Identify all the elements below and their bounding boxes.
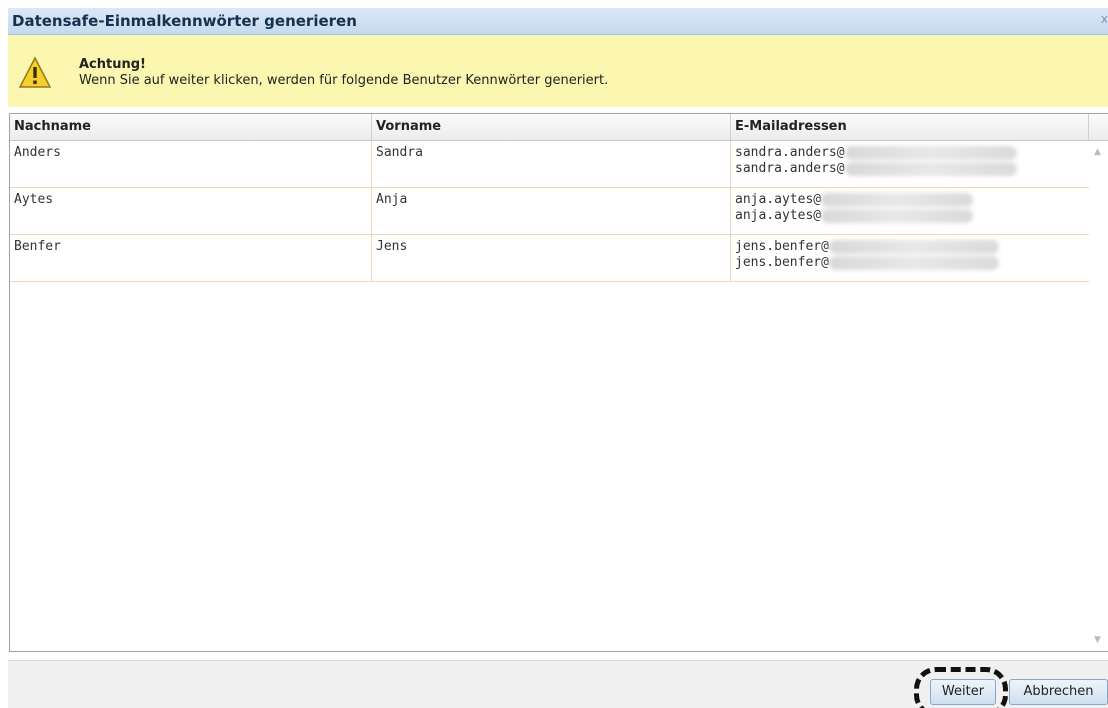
abbrechen-button[interactable]: Abbrechen: [1009, 679, 1108, 705]
warning-message: Wenn Sie auf weiter klicken, werden für …: [79, 73, 609, 88]
cell-nachname: Anders: [10, 141, 372, 187]
warning-icon: [18, 56, 52, 88]
redacted-domain: [828, 239, 999, 254]
redacted-domain: [821, 208, 974, 223]
close-icon[interactable]: x: [1101, 12, 1108, 26]
cell-emails: jens.benfer@ jens.benfer@: [731, 235, 1089, 281]
dialog-footer: Weiter Abbrechen: [8, 660, 1108, 708]
column-header-spacer: [1089, 114, 1108, 140]
dialog-title-bar: Datensafe-Einmalkennwörter generieren x: [8, 8, 1108, 35]
generate-passwords-dialog: Datensafe-Einmalkennwörter generieren x …: [0, 0, 1108, 708]
cell-emails: anja.aytes@ anja.aytes@: [731, 188, 1089, 234]
email-line: anja.aytes@: [735, 192, 1085, 208]
cell-emails: sandra.anders@ sandra.anders@: [731, 141, 1089, 187]
cell-vorname: Sandra: [372, 141, 731, 187]
scroll-up-icon[interactable]: ▲: [1094, 147, 1101, 157]
email-line: sandra.anders@: [735, 145, 1085, 161]
table-header: Nachname Vorname E-Mailadressen: [10, 114, 1108, 141]
cell-vorname: Anja: [372, 188, 731, 234]
table-row[interactable]: Benfer Jens jens.benfer@ jens.benfer@: [10, 235, 1089, 282]
warning-heading: Achtung!: [79, 57, 146, 72]
table-row[interactable]: Anders Sandra sandra.anders@ sandra.ande…: [10, 141, 1089, 188]
email-line: sandra.anders@: [735, 161, 1085, 177]
redacted-domain: [828, 255, 999, 270]
dialog-title: Datensafe-Einmalkennwörter generieren: [12, 12, 357, 30]
redacted-domain: [844, 161, 1017, 176]
email-line: anja.aytes@: [735, 208, 1085, 224]
table-row[interactable]: Aytes Anja anja.aytes@ anja.aytes@: [10, 188, 1089, 235]
column-header-vorname[interactable]: Vorname: [372, 114, 731, 140]
redacted-domain: [821, 192, 974, 207]
cell-nachname: Benfer: [10, 235, 372, 281]
users-table: Nachname Vorname E-Mailadressen Anders S…: [9, 113, 1108, 652]
weiter-button[interactable]: Weiter: [930, 679, 996, 705]
cell-vorname: Jens: [372, 235, 731, 281]
scroll-down-icon[interactable]: ▼: [1094, 635, 1101, 645]
cell-nachname: Aytes: [10, 188, 372, 234]
vertical-scrollbar[interactable]: ▲ ▼: [1089, 141, 1108, 651]
column-header-nachname[interactable]: Nachname: [10, 114, 372, 140]
email-line: jens.benfer@: [735, 239, 1085, 255]
warning-banner: Achtung! Wenn Sie auf weiter klicken, we…: [8, 35, 1108, 107]
redacted-domain: [844, 145, 1017, 160]
email-line: jens.benfer@: [735, 255, 1085, 271]
column-header-emails[interactable]: E-Mailadressen: [731, 114, 1089, 140]
